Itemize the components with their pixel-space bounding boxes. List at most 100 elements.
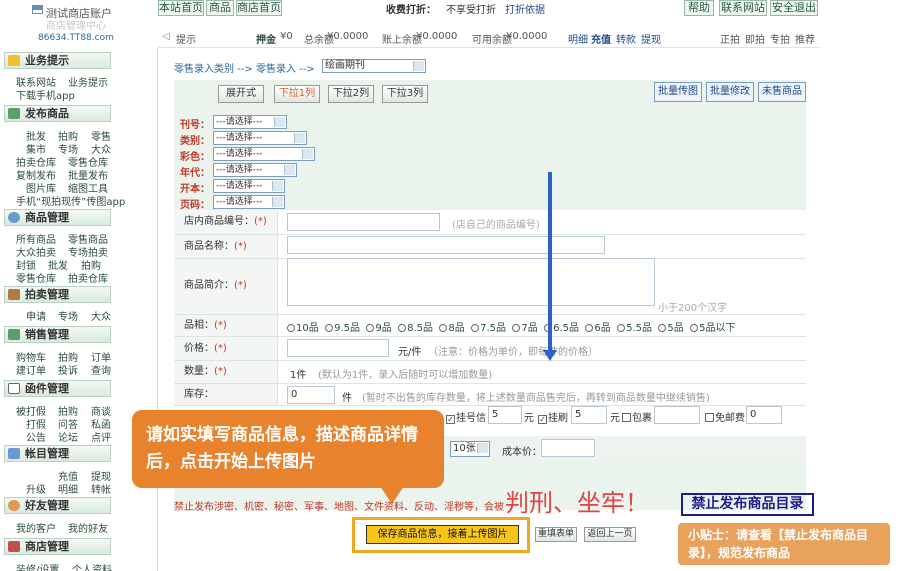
product-code-input[interactable] [287,213,440,231]
nav-contact[interactable]: 联系网站 [719,0,767,16]
filter-select-issue[interactable]: ---请选择--- [213,115,287,129]
link-tuijian[interactable]: 推荐 [795,31,815,46]
view-dropdown3-button[interactable]: 下拉3列 [382,85,428,103]
view-dropdown2-button[interactable]: 下拉2列 [328,85,374,103]
batch-edit-button[interactable]: 批量修改 [706,82,754,102]
filter-select-era[interactable]: ---请选择--- [213,163,297,177]
product-intro-textarea[interactable] [287,258,655,306]
batch-upload-button[interactable]: 批量传图 [654,82,702,102]
sidebar-item[interactable]: 装修/设置 [16,561,59,571]
sidebar-item[interactable]: 申请 [26,308,46,323]
prohibited-list-link[interactable]: 禁止发布商品目录 [681,493,814,516]
postage-print[interactable]: ✓ 挂刷 [538,409,568,424]
link-detail[interactable]: 明细 [568,31,588,46]
logo-subtitle: 商店管理中心 [46,21,106,32]
cost-input[interactable] [541,439,595,457]
sidebar-section-friends[interactable]: 好友管理 [4,497,111,514]
filter-select-color[interactable]: ---请选择--- [213,147,315,161]
grade-radio[interactable]: 10品 [287,323,319,334]
sidebar-item[interactable]: 零售仓库 [16,270,56,285]
link-transfer[interactable]: 转款 [616,31,636,46]
grade-radio[interactable]: 5品以下 [690,323,735,334]
postage-free[interactable]: 免邮费 [705,409,745,424]
sidebar-item[interactable]: 建订单 [16,362,46,377]
save-and-upload-button[interactable]: 保存商品信息，接着上传图片 [366,525,519,544]
form-label: 商品简介：(*) [174,259,278,314]
sidebar-item[interactable]: 我的客户 [16,520,56,535]
sidebar-section-publish[interactable]: 发布商品 [4,105,111,122]
grade-radio[interactable]: 5品 [658,323,684,334]
sidebar-item[interactable]: 个人资料 [72,561,112,571]
sidebar-section-shop[interactable]: 商店管理 [4,538,111,555]
select-value: ---请选择--- [216,117,263,127]
fee-link[interactable]: 打折依据 [505,1,545,16]
link-recharge[interactable]: 充值 [591,31,611,46]
price-input[interactable] [287,339,389,357]
sidebar-item[interactable]: 升级 [26,481,46,496]
sidebar-item[interactable]: 拍卖仓库 [68,270,108,285]
friends-icon [8,500,20,511]
upload-instruction-callout: 请如实填写商品信息，描述商品详情后，点击开始上传图片 [132,410,444,488]
sidebar-item[interactable]: 点评 [91,429,111,444]
grade-radio[interactable]: 7.5品 [471,323,506,334]
postage-free-input[interactable]: 0 [746,406,782,424]
back-button[interactable]: 返回上一页 [584,527,636,542]
postage-registered-input[interactable]: 5 [488,406,522,424]
filter-select-type[interactable]: ---请选择--- [213,131,307,145]
grade-radio[interactable]: 8品 [439,323,465,334]
sidebar-item[interactable]: 投诉 [58,362,78,377]
postage-parcel[interactable]: 包裹 [622,409,652,424]
nav-help[interactable]: 帮助 [684,0,714,16]
grade-radio[interactable]: 7品 [512,323,538,334]
link-zhuanpai[interactable]: 专拍 [770,31,790,46]
sidebar-item[interactable]: 我的好友 [68,520,108,535]
sidebar-item[interactable]: 论坛 [58,429,78,444]
nav-home[interactable]: 本站首页 [158,0,204,16]
view-expand-button[interactable]: 展开式 [218,85,264,103]
nav-shop-home[interactable]: 商店首页 [236,0,282,16]
select-value: ---请选择--- [216,165,263,175]
sidebar-item[interactable]: 明细 [58,481,78,496]
link-withdraw[interactable]: 提现 [641,31,661,46]
sidebar-section-mail[interactable]: 函件管理 [4,380,111,397]
sidebar-section-accounts[interactable]: 帐目管理 [4,445,111,462]
postage-unit: 元 [524,413,534,424]
product-intro-hint: 小于200个汉字 [658,303,728,314]
breadcrumb-category[interactable]: 零售录入类别 [174,64,234,75]
grade-radio[interactable]: 6品 [585,323,611,334]
sidebar-section-tips[interactable]: 业务提示 [4,52,111,69]
account-bar: ◁ 提示 押金 ¥0 总余额 ¥0.0000 账上余额 ¥0.0000 可用余额… [158,24,820,48]
grade-radio[interactable]: 5.5品 [617,323,652,334]
sidebar-item[interactable]: 公告 [26,429,46,444]
sidebar-item[interactable]: 下载手机app [16,87,75,102]
product-name-input[interactable] [287,236,605,254]
grade-radio[interactable]: 9.5品 [325,323,360,334]
sidebar-item[interactable]: 查询 [91,362,111,377]
sidebar-item[interactable]: 专场 [58,308,78,323]
grade-radio[interactable]: 8.5品 [398,323,433,334]
view-dropdown1-button[interactable]: 下拉1列 [274,85,320,103]
filter-select-format[interactable]: ---请选择--- [213,179,285,193]
sidebar-section-goods[interactable]: 商品管理 [4,209,111,226]
sidebar-section-sales[interactable]: 销售管理 [4,326,111,343]
cost-label: 成本价： [502,447,542,458]
filter-select-pages[interactable]: ---请选择--- [213,195,285,209]
reset-form-button[interactable]: 重填表单 [535,527,577,542]
image-count-select[interactable]: 10张 [450,441,490,457]
sidebar-item[interactable]: 转帐 [91,481,111,496]
sidebar-item[interactable]: 手机“现拍现传”传图app [16,193,125,208]
tip-link[interactable]: 提示 [176,31,196,46]
sidebar-section-auction[interactable]: 拍卖管理 [4,286,111,303]
postage-parcel-input[interactable] [654,406,700,424]
link-zhengpai[interactable]: 正拍 [720,31,740,46]
sidebar-item[interactable]: 大众 [91,308,111,323]
grade-radio[interactable]: 9品 [366,323,392,334]
category-select[interactable]: 绘画期刊 [322,59,426,73]
unsold-goods-button[interactable]: 未售商品 [758,82,806,102]
nav-logout[interactable]: 安全退出 [770,0,818,16]
stock-input[interactable]: 0 [287,386,335,404]
postage-print-input[interactable]: 5 [571,406,607,424]
nav-goods[interactable]: 商品 [206,0,234,16]
link-jipai[interactable]: 即拍 [745,31,765,46]
postage-registered[interactable]: ✓ 挂号信 [446,409,486,424]
